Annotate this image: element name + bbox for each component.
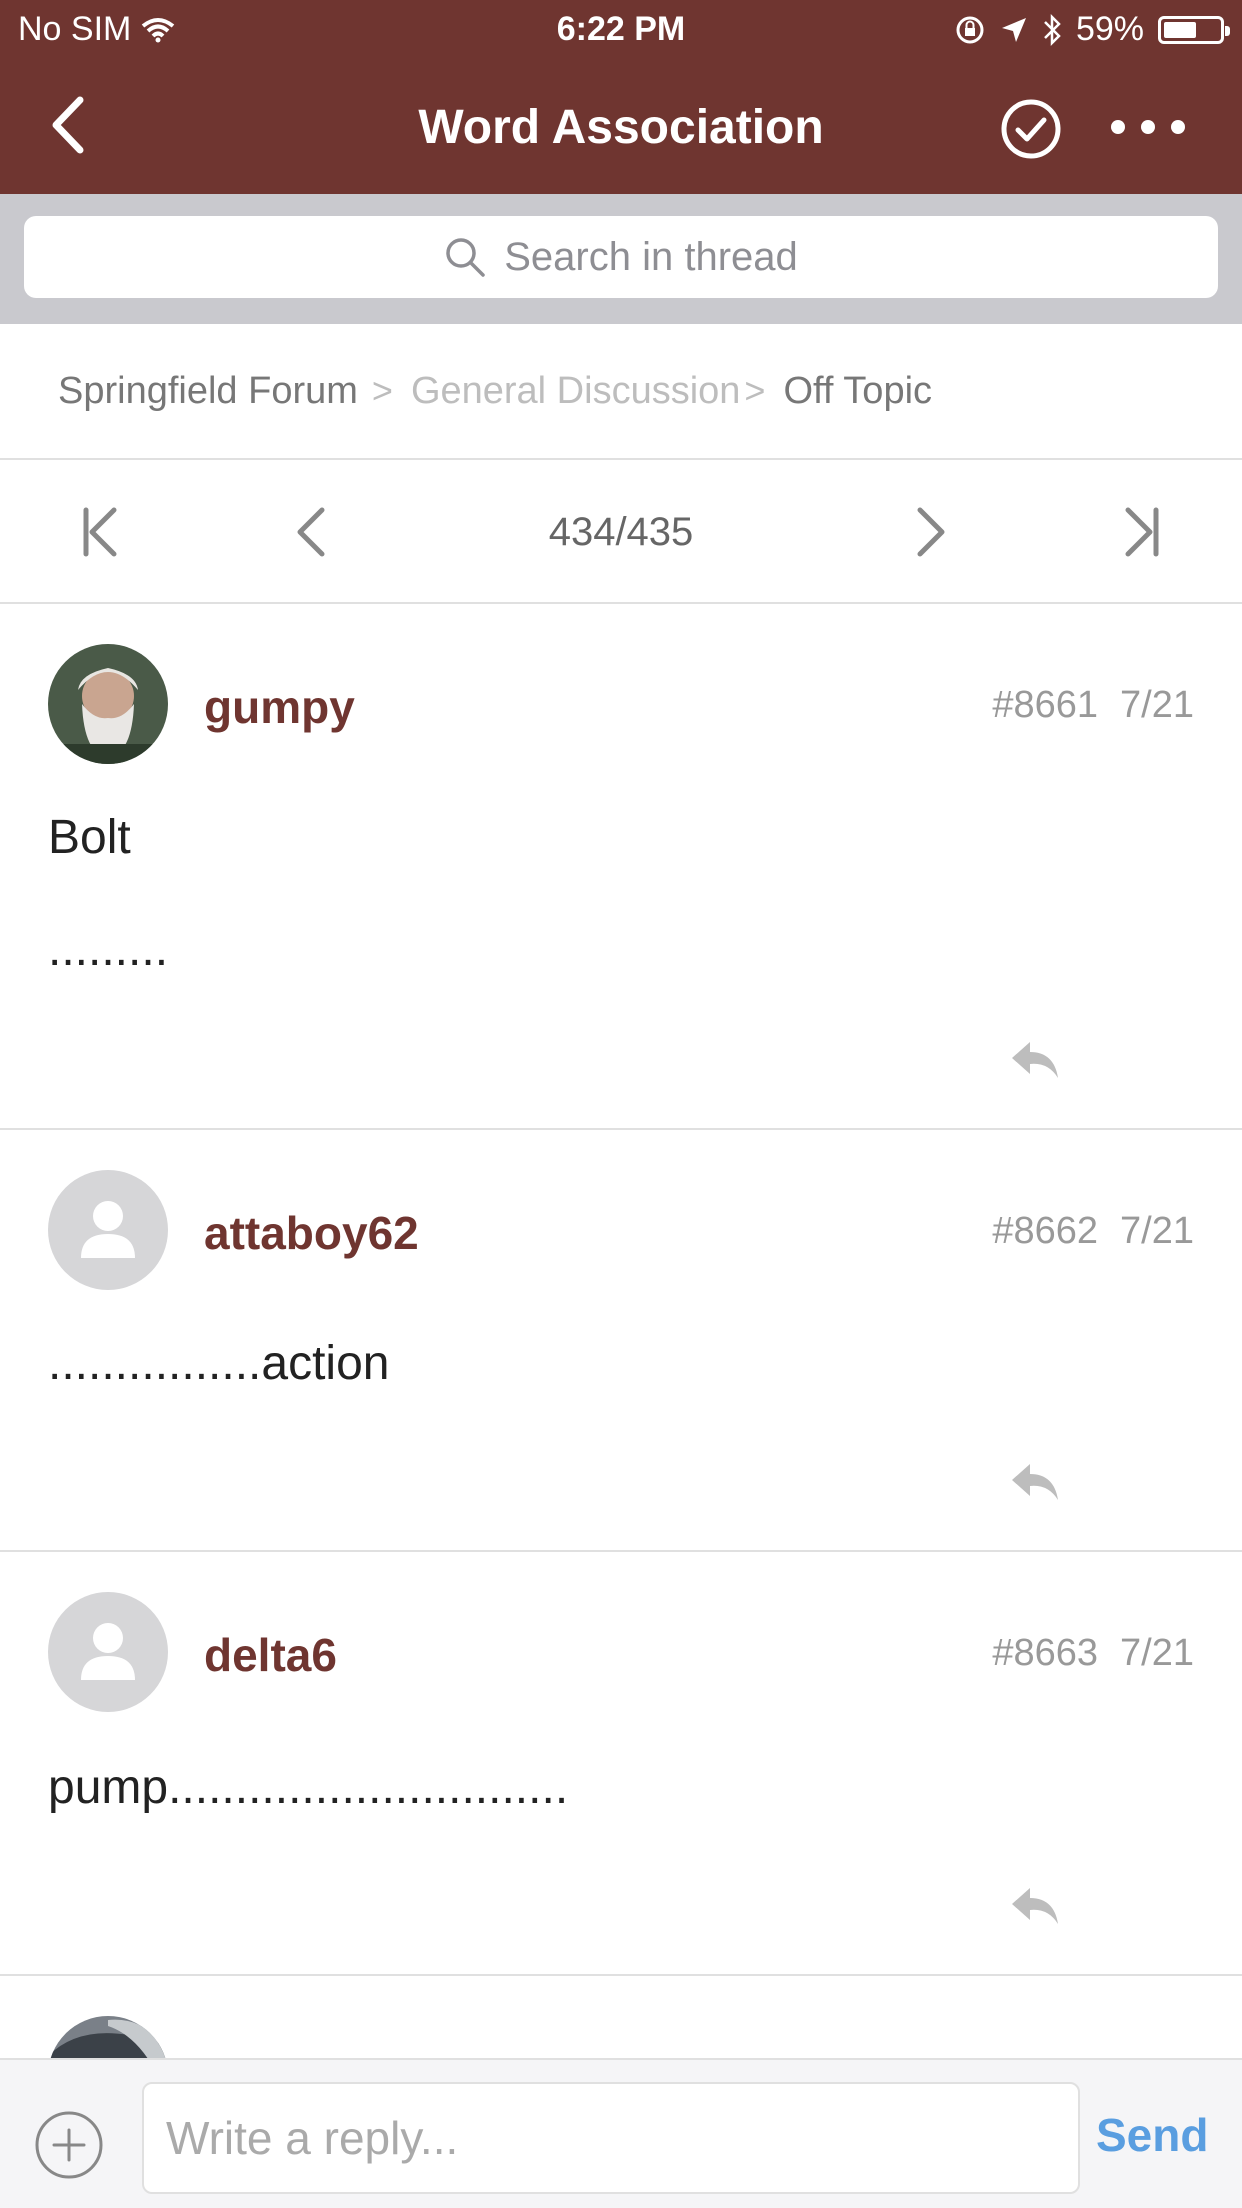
reply-icon[interactable] <box>1008 1884 1062 1928</box>
post-username[interactable]: gumpy <box>204 680 355 734</box>
post-body-line: Bolt <box>48 811 131 864</box>
pagination-bar: 434/435 <box>0 460 1242 604</box>
post-number: #8662 <box>992 1210 1099 1252</box>
status-bar: No SIM 6:22 PM 59% <box>0 0 1242 62</box>
search-icon <box>446 238 485 277</box>
battery-percent: 59% <box>1075 10 1144 48</box>
breadcrumb-item-forum[interactable]: Springfield Forum <box>58 370 358 413</box>
post-number: #8661 <box>992 684 1099 726</box>
search-input[interactable]: Search in thread <box>24 216 1218 298</box>
search-placeholder: Search in thread <box>504 234 798 279</box>
breadcrumb: Springfield Forum > General Discussion >… <box>0 324 1242 460</box>
nav-bar: Word Association <box>0 62 1242 194</box>
post-body-line: pump.............................. <box>48 1761 569 1814</box>
reply-composer: Write a reply... Send <box>0 2058 1242 2208</box>
bluetooth-icon <box>1044 13 1061 46</box>
post-number: #8663 <box>992 1632 1099 1674</box>
reply-input[interactable]: Write a reply... <box>142 2082 1080 2194</box>
post-username[interactable]: attaboy62 <box>204 1206 419 1260</box>
post-item: attaboy62 #8662 7/21 ................acti… <box>0 1130 1242 1552</box>
breadcrumb-item-off-topic[interactable]: Off Topic <box>783 370 932 413</box>
user-photo <box>48 644 168 764</box>
post-username[interactable]: delta6 <box>204 1628 337 1682</box>
post-date: 7/21 <box>1120 1632 1194 1674</box>
location-arrow-icon <box>1001 17 1026 42</box>
user-placeholder-icon <box>81 1623 135 1680</box>
battery-icon <box>1158 15 1230 44</box>
post-item: delta6 #8663 7/21 pump...................… <box>0 1552 1242 1976</box>
search-bar: Search in thread <box>0 194 1242 324</box>
page-count: 434/435 <box>548 510 694 554</box>
rotation-lock-icon <box>956 16 984 43</box>
chevron-right-icon: > <box>744 370 766 411</box>
post-meta: #8662 7/21 <box>992 1210 1194 1253</box>
post-item: gumpy #8661 7/21 Bolt ......... <box>0 604 1242 1130</box>
user-placeholder-icon <box>81 1201 135 1258</box>
add-attachment-icon[interactable] <box>34 2110 104 2180</box>
status-right: 59% <box>954 10 1230 49</box>
post-meta: #8661 7/21 <box>992 684 1194 727</box>
checkmark-circle-icon[interactable] <box>1000 98 1062 160</box>
post-body-line: ......... <box>48 923 169 976</box>
breadcrumb-item-general-discussion[interactable]: General Discussion <box>411 370 740 413</box>
avatar[interactable] <box>48 644 168 764</box>
more-dots-icon[interactable] <box>1108 112 1188 142</box>
post-date: 7/21 <box>1120 1210 1194 1252</box>
avatar[interactable] <box>48 1592 168 1712</box>
post-body-line: ................action <box>48 1337 390 1390</box>
chevron-right-icon: > <box>371 370 393 411</box>
next-page-icon[interactable] <box>898 500 962 564</box>
send-button[interactable]: Send <box>1096 2108 1208 2162</box>
post-date: 7/21 <box>1120 684 1194 726</box>
reply-icon[interactable] <box>1008 1038 1062 1082</box>
last-page-icon[interactable] <box>1108 500 1172 564</box>
post-meta: #8663 7/21 <box>992 1632 1194 1675</box>
reply-icon[interactable] <box>1008 1460 1062 1504</box>
avatar[interactable] <box>48 1170 168 1290</box>
